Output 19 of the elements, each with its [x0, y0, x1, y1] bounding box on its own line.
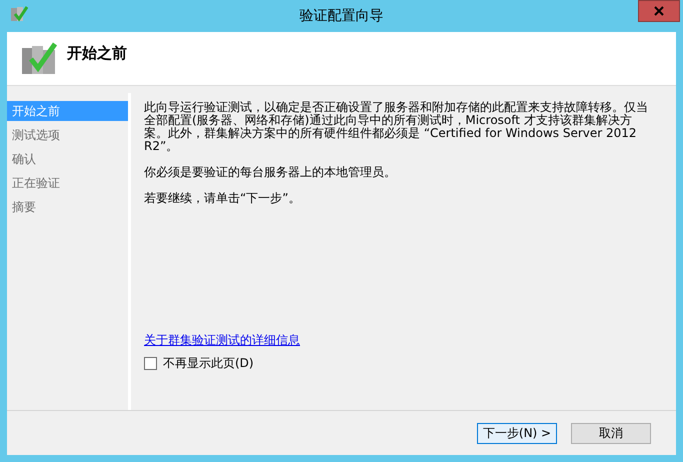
step-item[interactable]: 摘要: [7, 197, 128, 217]
checkbox[interactable]: [144, 357, 157, 370]
page-title: 开始之前: [67, 44, 127, 63]
paragraph: 你必须是要验证的每台服务器上的本地管理员。: [144, 166, 397, 179]
close-icon: [654, 6, 664, 16]
dialog-button[interactable]: 下一步(N) >: [477, 422, 557, 444]
server-check-icon: [10, 5, 28, 23]
dialog-button[interactable]: 取消: [571, 422, 651, 444]
server-check-icon: [21, 42, 57, 76]
step-item[interactable]: 正在验证: [7, 173, 128, 193]
step-item[interactable]: 开始之前: [7, 101, 128, 121]
paragraph: 此向导运行验证测试，以确定是否正确设置了服务器和附加存储的此配置来支持故障转移。仅当全部配置(服务器、网络和存储)通过此向导中的所有测试时，Microsoft 才支持该群集解决方案。此外，群集解决方案中的所有硬件组件都必须是 “Certified for Windows Server 2012 R2”。: [144, 101, 649, 153]
checkbox-label: 不再显示此页(D): [163, 355, 254, 372]
step-item[interactable]: 确认: [7, 149, 128, 169]
step-item[interactable]: 测试选项: [7, 125, 128, 145]
window-title: 验证配置向导: [300, 7, 384, 25]
paragraph: 若要继续，请单击“下一步”。: [144, 192, 302, 205]
close-button[interactable]: [638, 0, 680, 22]
details-link[interactable]: 关于群集验证测试的详细信息: [144, 332, 300, 349]
